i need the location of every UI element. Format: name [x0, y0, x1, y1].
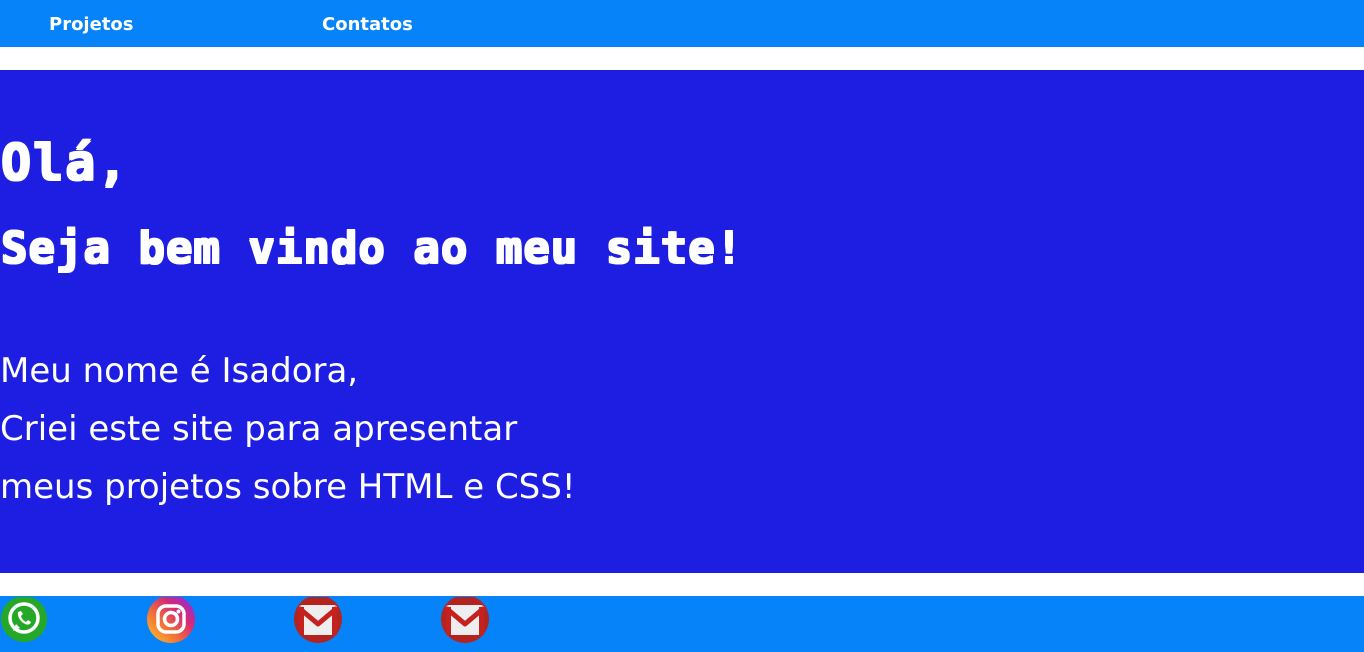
welcome-heading: Seja bem vindo ao meu site! [0, 222, 743, 273]
greeting-heading: Olá, [0, 133, 129, 191]
instagram-link[interactable] [146, 597, 196, 643]
gmail-icon [294, 597, 342, 643]
whatsapp-link[interactable] [0, 597, 50, 643]
top-navigation-bar: Projetos Contatos [0, 0, 1364, 47]
nav-link-projetos[interactable]: Projetos [49, 14, 134, 36]
hero-section: Olá, Seja bem vindo ao meu site! Meu nom… [0, 70, 1364, 573]
instagram-icon [147, 597, 195, 643]
intro-line-purpose: Criei este site para apresentar [0, 409, 518, 449]
intro-line-projects: meus projetos sobre HTML e CSS! [0, 467, 576, 507]
whatsapp-icon [1, 597, 47, 642]
gmail-icon [441, 597, 489, 643]
intro-line-name: Meu nome é Isadora, [0, 351, 359, 391]
gmail-link[interactable] [293, 597, 343, 643]
social-footer [0, 596, 1364, 652]
nav-link-contatos[interactable]: Contatos [322, 14, 413, 36]
gmail-link-secondary[interactable] [440, 597, 490, 643]
